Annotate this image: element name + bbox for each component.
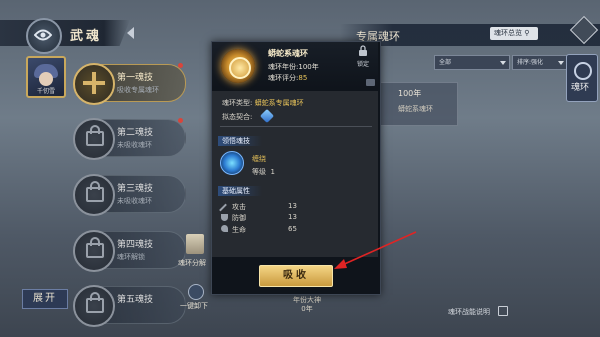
lock-icon bbox=[86, 292, 104, 313]
stat-hp-label: 生命 bbox=[232, 226, 246, 234]
ring-score-row: 魂环评分:85 bbox=[268, 73, 307, 83]
skill-slot-2[interactable]: 第二魂技 未吸收魂环 bbox=[73, 118, 186, 160]
section-base-header: 基础属性 bbox=[218, 186, 262, 196]
unequip-icon[interactable] bbox=[188, 284, 204, 300]
ring-type-label: 魂环类型: bbox=[222, 99, 253, 107]
shield-icon bbox=[221, 214, 228, 221]
filter-dropdown-value: 全部 bbox=[439, 59, 452, 66]
sort-dropdown-value: 排序:强化 bbox=[517, 59, 544, 66]
stat-attack-value: 13 bbox=[288, 202, 297, 210]
lock-icon bbox=[86, 181, 104, 202]
ring-tab-icon bbox=[574, 62, 592, 80]
skill-slot-name: 第一魂技 bbox=[117, 73, 154, 83]
back-arrow-icon[interactable] bbox=[120, 27, 134, 39]
divider bbox=[220, 126, 372, 127]
sort-dropdown[interactable]: 排序:强化 bbox=[512, 55, 568, 70]
ring-overview-button[interactable]: 魂环总览 ⚲ bbox=[490, 27, 538, 40]
year-info-title: 年份大神 bbox=[293, 296, 321, 304]
top-title-bar bbox=[0, 20, 130, 46]
skill-level-label: 等级 bbox=[252, 168, 266, 176]
ring-score-value: 85 bbox=[298, 74, 308, 82]
stat-defense-value: 13 bbox=[288, 213, 297, 221]
ring-year-row: 魂环年份:100年 bbox=[268, 62, 319, 72]
share-icon[interactable] bbox=[366, 79, 375, 86]
ring-score-label: 魂环评分: bbox=[268, 74, 299, 82]
annotation-arrow bbox=[334, 231, 417, 269]
skill-slot-name: 第二魂技 bbox=[117, 128, 154, 138]
notification-dot bbox=[178, 63, 183, 68]
soul-ring-core-icon bbox=[229, 57, 251, 79]
ring-power-info-link[interactable]: 魂环战能说明 bbox=[448, 307, 490, 317]
skill-slot-name: 第五魂技 bbox=[117, 295, 154, 305]
skill-slot-ring bbox=[73, 230, 115, 272]
ring-year-label: 魂环年份: bbox=[268, 63, 299, 71]
skill-slot-name: 第三魂技 bbox=[117, 184, 154, 194]
ring-card-name: 蟒蛇系魂环 bbox=[398, 105, 433, 113]
stat-hp-value: 65 bbox=[288, 225, 297, 233]
decompose-icon[interactable] bbox=[186, 234, 204, 254]
stat-defense-label: 防御 bbox=[232, 214, 246, 222]
stat-attack-label: 攻击 bbox=[232, 203, 246, 211]
chevron-down-icon bbox=[558, 61, 564, 65]
lock-icon bbox=[86, 125, 104, 146]
ring-year-value: 100年 bbox=[298, 63, 319, 71]
skill-slot-ring bbox=[73, 174, 115, 216]
ring-type-row: 魂环类型: 蟒蛇系专属魂环 bbox=[222, 98, 304, 108]
plus-icon bbox=[83, 72, 105, 94]
section-skill-header: 领悟魂技 bbox=[218, 136, 262, 146]
filter-dropdown[interactable]: 全部 bbox=[434, 55, 510, 70]
skill-slot-name: 第四魂技 bbox=[117, 240, 154, 250]
fit-label: 拟态契合: bbox=[222, 113, 253, 121]
chevron-down-icon bbox=[500, 61, 506, 65]
skill-slot-sub: 魂环解锁 bbox=[117, 253, 145, 261]
skill-level-value: 1 bbox=[270, 168, 275, 176]
skill-slot-ring bbox=[73, 118, 115, 160]
heart-icon bbox=[221, 225, 228, 232]
ring-overview-label: 魂环总览 bbox=[494, 29, 522, 37]
skill-slot-ring bbox=[73, 63, 115, 105]
popup-ring-name: 蟒蛇系魂环 bbox=[268, 49, 308, 58]
year-info-value: 0年 bbox=[301, 305, 313, 313]
skill-orb-icon bbox=[220, 151, 244, 175]
decompose-label[interactable]: 魂环分解 bbox=[178, 258, 206, 268]
emblem-icon bbox=[26, 18, 62, 54]
skill-slot-5[interactable]: 第五魂技 bbox=[73, 285, 186, 327]
ring-type-value: 蟒蛇系专属魂环 bbox=[254, 99, 304, 107]
avatar-face bbox=[39, 72, 53, 86]
ring-card-year: 100年 bbox=[398, 89, 422, 98]
skill-level-row: 等级 1 bbox=[252, 167, 275, 177]
year-info: 年份大神 0年 bbox=[282, 296, 332, 314]
lock-icon bbox=[86, 237, 104, 258]
unequip-label[interactable]: 一键卸下 bbox=[180, 301, 208, 311]
expand-button[interactable]: 展开 bbox=[22, 289, 68, 309]
notification-dot bbox=[178, 118, 183, 123]
info-icon[interactable] bbox=[498, 306, 508, 316]
lock-label: 锁定 bbox=[357, 61, 370, 68]
avatar-caption: 千仞雪 bbox=[36, 88, 55, 95]
skill-slot-4[interactable]: 第四魂技 魂环解锁 bbox=[73, 230, 186, 272]
skill-slot-3[interactable]: 第三魂技 未吸收魂环 bbox=[73, 174, 186, 216]
skill-slot-sub: 未吸收魂环 bbox=[117, 197, 152, 205]
page-title: 武魂 bbox=[70, 29, 103, 44]
skill-name: 缠绕 bbox=[252, 155, 266, 163]
skill-slot-sub: 吸收专属魂环 bbox=[117, 86, 159, 94]
absorb-button[interactable]: 吸收 bbox=[259, 265, 333, 287]
skill-slot-1[interactable]: 第一魂技 吸收专属魂环 bbox=[73, 63, 186, 105]
lock-icon[interactable] bbox=[358, 45, 368, 57]
skill-slot-sub: 未吸收魂环 bbox=[117, 141, 152, 149]
ring-tab-label: 魂环 bbox=[571, 83, 590, 93]
skill-slot-ring bbox=[73, 285, 115, 327]
